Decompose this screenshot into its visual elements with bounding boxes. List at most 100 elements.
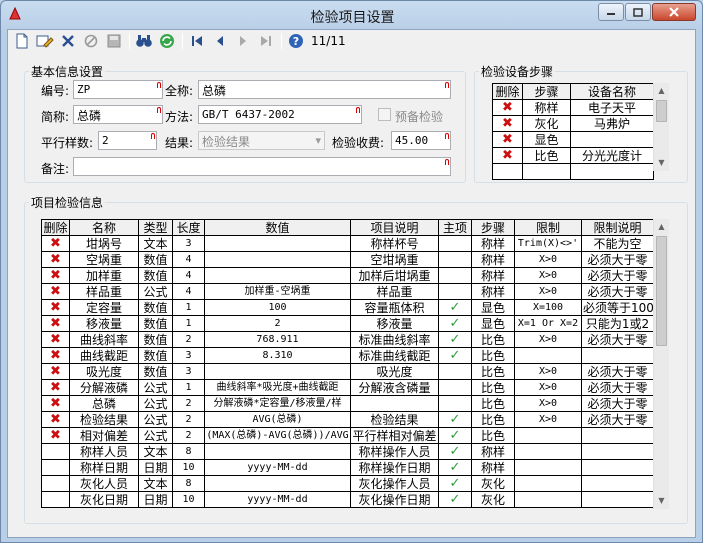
delete-row-cell[interactable] <box>41 443 70 460</box>
delete-x-icon[interactable]: ✖ <box>50 397 61 411</box>
delete-x-icon[interactable]: ✖ <box>50 269 61 283</box>
description-cell[interactable]: 加样后坩埚重 <box>350 267 439 284</box>
value-cell[interactable]: 768.911 <box>204 331 351 348</box>
description-cell[interactable]: 称样操作日期 <box>350 459 439 476</box>
limit-cell[interactable]: X>0 <box>514 267 582 284</box>
table-row[interactable]: ✖ 定容量 数值 1 100 容量瓶体积 ✓ 显色 X=100 必须等于100 <box>41 299 654 316</box>
limit-cell[interactable]: X>0 <box>514 379 582 396</box>
type-cell[interactable]: 文本 <box>138 443 173 460</box>
name-cell[interactable]: 称样人员 <box>69 443 139 460</box>
description-cell[interactable]: 样品重 <box>350 283 439 300</box>
empty-cell[interactable] <box>522 163 571 180</box>
step-cell[interactable]: 称样 <box>471 283 515 300</box>
name-cell[interactable]: 分解液磷 <box>69 379 139 396</box>
length-cell[interactable]: 1 <box>172 379 205 396</box>
type-cell[interactable]: 数值 <box>138 267 173 284</box>
delete-row-cell[interactable]: ✖ <box>41 331 70 348</box>
step-cell[interactable]: 比色 <box>522 147 571 164</box>
step-cell[interactable]: 称样 <box>471 459 515 476</box>
limit-desc-cell[interactable]: 必须大于零 <box>581 379 654 396</box>
new-button[interactable] <box>12 31 32 51</box>
limit-desc-cell[interactable] <box>581 459 654 476</box>
scroll-down-icon[interactable]: ▼ <box>654 493 669 509</box>
fullname-field[interactable]: 总磷 <box>198 80 451 99</box>
name-cell[interactable]: 曲线斜率 <box>69 331 139 348</box>
scroll-up-icon[interactable]: ▲ <box>654 83 669 99</box>
type-cell[interactable]: 文本 <box>138 235 173 252</box>
value-cell[interactable] <box>204 251 351 268</box>
table-row[interactable]: ✖ 分解液磷 公式 1 曲线斜率*吸光度+曲线截距 分解液含磷量 比色 X>0 必须大于零 <box>41 379 654 396</box>
main-item-cell[interactable]: ✓ <box>438 347 472 364</box>
length-cell[interactable]: 1 <box>172 315 205 332</box>
step-cell[interactable]: 灰化 <box>471 491 515 508</box>
type-cell[interactable]: 数值 <box>138 363 173 380</box>
description-cell[interactable]: 检验结果 <box>350 411 439 428</box>
table-row[interactable]: ✖ 曲线截距 数值 3 8.310 标准曲线截距 ✓ 比色 <box>41 347 654 364</box>
delete-row-cell[interactable]: ✖ <box>41 283 70 300</box>
type-cell[interactable]: 数值 <box>138 315 173 332</box>
main-item-cell[interactable] <box>438 283 472 300</box>
step-cell[interactable]: 显色 <box>471 299 515 316</box>
main-item-cell[interactable] <box>438 379 472 396</box>
limit-desc-cell[interactable]: 必须等于100 <box>581 299 654 316</box>
description-cell[interactable]: 称样操作人员 <box>350 443 439 460</box>
table-row[interactable]: 灰化人员 文本 8 灰化操作人员 ✓ 灰化 <box>41 475 654 492</box>
length-cell[interactable]: 3 <box>172 347 205 364</box>
limit-desc-cell[interactable]: 只能为1或2 <box>581 315 654 332</box>
delete-x-icon[interactable]: ✖ <box>50 301 61 315</box>
prep-check-checkbox[interactable] <box>378 108 391 121</box>
limit-cell[interactable] <box>514 443 582 460</box>
refresh-button[interactable] <box>157 31 177 51</box>
scroll-thumb[interactable] <box>656 236 667 346</box>
name-cell[interactable]: 称样日期 <box>69 459 139 476</box>
name-cell[interactable]: 样品重 <box>69 283 139 300</box>
length-cell[interactable]: 3 <box>172 363 205 380</box>
main-item-cell[interactable]: ✓ <box>438 475 472 492</box>
limit-cell[interactable] <box>514 459 582 476</box>
step-cell[interactable]: 比色 <box>471 379 515 396</box>
main-item-cell[interactable] <box>438 363 472 380</box>
length-cell[interactable]: 2 <box>172 331 205 348</box>
main-item-cell[interactable]: ✓ <box>438 299 472 316</box>
main-item-cell[interactable]: ✓ <box>438 331 472 348</box>
empty-cell[interactable] <box>570 163 654 180</box>
length-cell[interactable]: 3 <box>172 235 205 252</box>
prev-record-button[interactable] <box>210 31 230 51</box>
type-cell[interactable]: 公式 <box>138 411 173 428</box>
name-cell[interactable]: 空埚重 <box>69 251 139 268</box>
name-cell[interactable]: 加样重 <box>69 267 139 284</box>
limit-desc-cell[interactable]: 必须大于零 <box>581 331 654 348</box>
description-cell[interactable] <box>350 395 439 412</box>
parallel-field[interactable]: 2 <box>98 131 157 150</box>
delete-x-icon[interactable]: ✖ <box>50 413 61 427</box>
limit-desc-cell[interactable]: 必须大于零 <box>581 395 654 412</box>
limit-desc-cell[interactable]: 必须大于零 <box>581 411 654 428</box>
remark-field[interactable] <box>73 157 451 176</box>
limit-desc-cell[interactable]: 不能为空 <box>581 235 654 252</box>
delete-x-icon[interactable]: ✖ <box>50 237 61 251</box>
length-cell[interactable]: 1 <box>172 299 205 316</box>
type-cell[interactable]: 日期 <box>138 491 173 508</box>
step-cell[interactable]: 灰化 <box>522 115 571 132</box>
table-row[interactable]: ✖ 相对偏差 公式 2 (MAX(总磷)-AVG(总磷))/AVG 平行样相对偏差 ✓ 比色 <box>41 427 654 444</box>
limit-desc-cell[interactable]: 必须大于零 <box>581 283 654 300</box>
table-row[interactable]: 称样人员 文本 8 称样操作人员 ✓ 称样 <box>41 443 654 460</box>
delete-x-icon[interactable]: ✖ <box>50 317 61 331</box>
delete-x-icon[interactable]: ✖ <box>50 365 61 379</box>
table-row[interactable]: ✖ 样品重 公式 4 加样重-空埚重 样品重 称样 X>0 必须大于零 <box>41 283 654 300</box>
name-cell[interactable]: 移液量 <box>69 315 139 332</box>
help-button[interactable]: ? <box>286 31 306 51</box>
name-cell[interactable]: 总磷 <box>69 395 139 412</box>
main-item-cell[interactable]: ✓ <box>438 427 472 444</box>
delete-row-cell[interactable]: ✖ <box>41 347 70 364</box>
limit-cell[interactable]: Trim(X)<>' <box>514 235 582 252</box>
length-cell[interactable]: 4 <box>172 267 205 284</box>
limit-cell[interactable]: X>0 <box>514 283 582 300</box>
table-row[interactable]: ✖ 比色 分光光度计 <box>492 147 654 164</box>
delete-x-icon[interactable]: ✖ <box>50 429 61 443</box>
type-cell[interactable]: 数值 <box>138 299 173 316</box>
value-cell[interactable]: yyyy-MM-dd <box>204 459 351 476</box>
delete-x-icon[interactable]: ✖ <box>50 333 61 347</box>
delete-row-cell[interactable]: ✖ <box>41 299 70 316</box>
value-cell[interactable]: 加样重-空埚重 <box>204 283 351 300</box>
